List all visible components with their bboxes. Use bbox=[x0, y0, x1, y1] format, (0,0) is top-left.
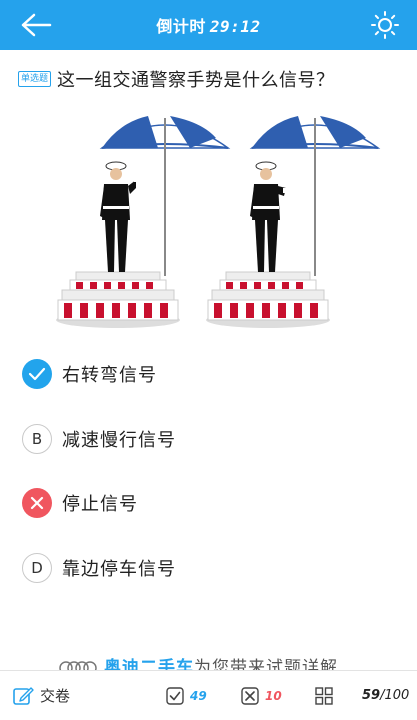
progress-indicator: 59/100 bbox=[362, 688, 409, 703]
question-row: 单选题 这一组交通警察手势是什么信号？ bbox=[18, 66, 408, 92]
option-c-text: 停止信号 bbox=[62, 494, 138, 515]
wrong-count-button[interactable]: 10 bbox=[241, 686, 282, 705]
option-b-text: 减速慢行信号 bbox=[62, 430, 176, 451]
option-b[interactable]: B 减速慢行信号 bbox=[22, 424, 176, 454]
back-arrow-icon[interactable] bbox=[20, 12, 52, 38]
progress-current: 59 bbox=[362, 688, 381, 703]
correct-count: 49 bbox=[190, 688, 207, 703]
top-bar: 倒计时 29:12 bbox=[0, 0, 417, 50]
bottom-bar: 交卷 49 10 59/100 bbox=[0, 670, 417, 720]
option-c[interactable]: 停止信号 bbox=[22, 488, 138, 518]
submit-button[interactable]: 交卷 bbox=[12, 685, 70, 707]
correct-count-button[interactable]: 49 bbox=[166, 686, 207, 705]
question-type-badge: 单选题 bbox=[18, 71, 52, 87]
ad-text: 奥迪二手车为您带来试题详解 bbox=[104, 654, 338, 670]
traffic-police-figure-left bbox=[56, 116, 231, 328]
ad-banner[interactable]: 奥迪二手车为您带来试题详解 bbox=[58, 654, 338, 670]
grid-button[interactable] bbox=[315, 686, 333, 705]
traffic-police-figure-right bbox=[206, 116, 381, 328]
audi-logo-icon bbox=[59, 661, 97, 670]
check-circle-icon bbox=[22, 359, 52, 389]
edit-icon bbox=[13, 686, 34, 705]
ad-brand: 奥迪二手车 bbox=[104, 658, 194, 670]
option-d-letter: D bbox=[22, 553, 52, 583]
option-d-text: 靠边停车信号 bbox=[62, 559, 176, 580]
option-a-text: 右转弯信号 bbox=[62, 365, 157, 386]
submit-label: 交卷 bbox=[40, 687, 71, 705]
progress-total: /100 bbox=[380, 688, 410, 703]
grid-icon bbox=[315, 686, 333, 705]
countdown-title: 倒计时 29:12 bbox=[156, 13, 260, 37]
option-a[interactable]: 右转弯信号 bbox=[22, 359, 157, 389]
question-illustration bbox=[40, 108, 381, 336]
x-box-icon bbox=[241, 686, 259, 705]
option-b-letter: B bbox=[22, 424, 52, 454]
countdown-time: 29:12 bbox=[209, 17, 261, 36]
ad-tagline: 为您带来试题详解 bbox=[194, 658, 338, 670]
question-text: 这一组交通警察手势是什么信号？ bbox=[57, 70, 335, 91]
x-circle-icon bbox=[22, 488, 52, 518]
wrong-count: 10 bbox=[265, 688, 282, 703]
sun-icon[interactable] bbox=[371, 11, 399, 39]
countdown-label: 倒计时 bbox=[156, 17, 206, 36]
option-d[interactable]: D 靠边停车信号 bbox=[22, 553, 176, 583]
check-box-icon bbox=[166, 686, 184, 705]
